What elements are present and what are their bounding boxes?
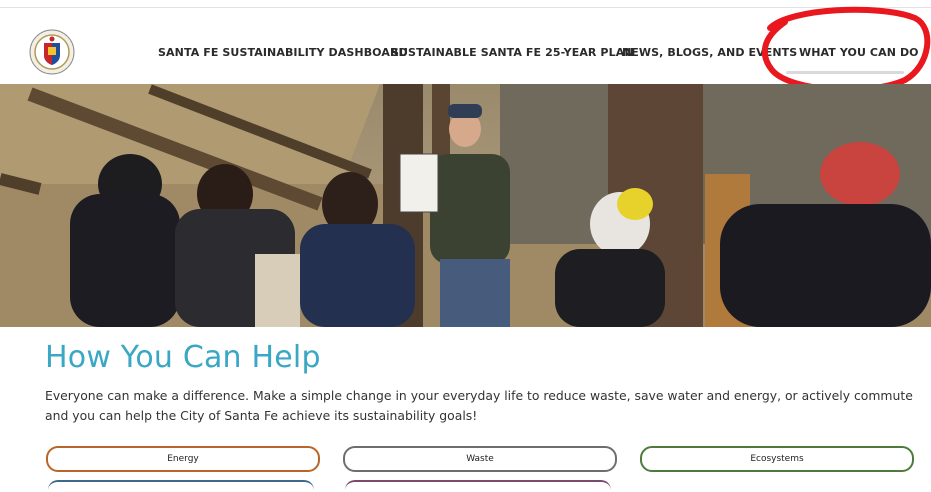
site-header: SANTA FE SUSTAINABILITY DASHBOARD SUSTAI… — [0, 8, 931, 84]
active-nav-indicator — [786, 71, 904, 74]
intro-paragraph: Everyone can make a difference. Make a s… — [45, 388, 913, 423]
hero-image — [0, 84, 931, 327]
next-row-button-edge[interactable] — [48, 480, 314, 492]
energy-button[interactable]: Energy — [46, 446, 320, 472]
waste-button[interactable]: Waste — [343, 446, 617, 472]
next-row-button-edge[interactable] — [345, 480, 611, 492]
page-title: How You Can Help — [45, 340, 321, 375]
nav-item-25-year-plan[interactable]: SUSTAINABLE SANTA FE 25-YEAR PLAN — [391, 46, 634, 59]
ecosystems-button[interactable]: Ecosystems — [640, 446, 914, 472]
city-seal-logo-icon[interactable] — [29, 29, 75, 75]
nav-item-what-you-can-do[interactable]: WHAT YOU CAN DO — [799, 46, 919, 59]
nav-item-sustainability-dashboard[interactable]: SANTA FE SUSTAINABILITY DASHBOARD — [158, 46, 408, 59]
nav-item-news-blogs-events[interactable]: NEWS, BLOGS, AND EVENTS — [622, 46, 797, 59]
